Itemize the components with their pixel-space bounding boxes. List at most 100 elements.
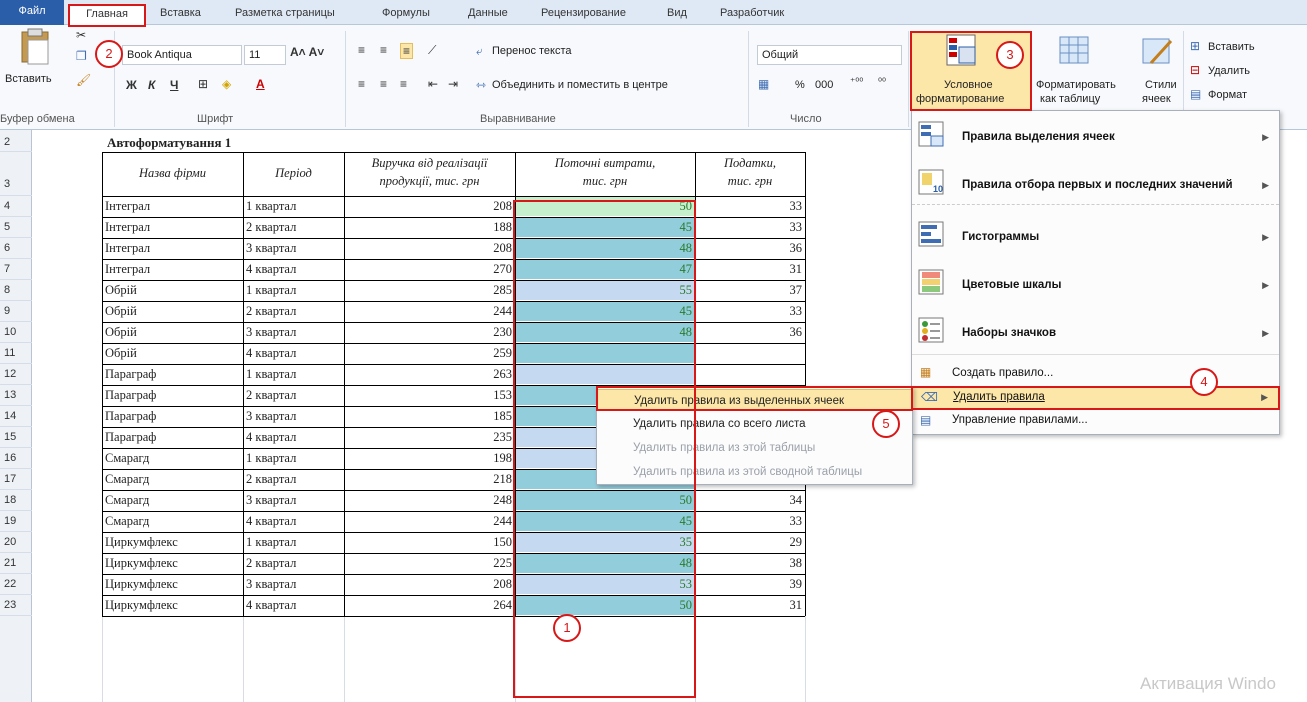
decrease-decimal-icon[interactable]: ⁰⁰	[878, 77, 886, 88]
table-cell[interactable]: 4 квартал	[243, 260, 344, 279]
table-cell[interactable]: 29	[695, 533, 805, 552]
row-header[interactable]: 9	[0, 301, 32, 322]
row-header[interactable]: 3	[0, 152, 32, 196]
table-cell[interactable]: 235	[344, 428, 515, 447]
table-cell[interactable]: 4 квартал	[243, 344, 344, 363]
row-header[interactable]: 16	[0, 448, 32, 469]
format-as-table-button[interactable]: Форматировать	[1036, 79, 1116, 91]
row-header[interactable]: 13	[0, 385, 32, 406]
row-header[interactable]: 11	[0, 343, 32, 364]
table-cell[interactable]: 153	[344, 386, 515, 405]
table-cell[interactable]: 4 квартал	[243, 596, 344, 615]
tab-review[interactable]: Рецензирование	[541, 4, 626, 25]
table-cell[interactable]: Смарагд	[102, 491, 243, 510]
percent-button[interactable]: %	[795, 79, 805, 91]
column-header[interactable]: Період	[243, 154, 344, 194]
table-cell[interactable]: 1 квартал	[243, 197, 344, 216]
italic-icon[interactable]: К	[148, 78, 155, 92]
menu-item-manage-rules[interactable]: ▤ Управление правилами...	[912, 411, 1279, 433]
tab-insert[interactable]: Вставка	[160, 4, 201, 25]
tab-view[interactable]: Вид	[667, 4, 687, 25]
table-cell[interactable]: 37	[695, 281, 805, 300]
table-cell[interactable]: 244	[344, 512, 515, 531]
table-cell[interactable]: 264	[344, 596, 515, 615]
table-cell[interactable]: 1 квартал	[243, 449, 344, 468]
tab-page-layout[interactable]: Разметка страницы	[235, 4, 335, 25]
row-header[interactable]: 6	[0, 238, 32, 259]
table-cell[interactable]: Обрій	[102, 281, 243, 300]
font-size-combo[interactable]: 11	[244, 45, 286, 65]
table-cell[interactable]: 230	[344, 323, 515, 342]
table-cell[interactable]: 1 квартал	[243, 281, 344, 300]
table-cell[interactable]: Параграф	[102, 407, 243, 426]
table-cell[interactable]: Смарагд	[102, 470, 243, 489]
column-header[interactable]: Податки, тис. грн	[695, 154, 805, 194]
table-cell[interactable]: 1 квартал	[243, 533, 344, 552]
table-cell[interactable]: 285	[344, 281, 515, 300]
row-header[interactable]: 5	[0, 217, 32, 238]
align-middle-icon[interactable]: ≡	[380, 43, 387, 57]
table-cell[interactable]: Інтеграл	[102, 197, 243, 216]
table-cell[interactable]: 244	[344, 302, 515, 321]
table-cell[interactable]	[695, 365, 805, 384]
cell-styles-button[interactable]: Стили	[1145, 79, 1177, 91]
row-header[interactable]: 10	[0, 322, 32, 343]
row-header[interactable]: 2	[0, 133, 32, 152]
table-cell[interactable]: Обрій	[102, 344, 243, 363]
increase-decimal-icon[interactable]: ⁺⁰⁰	[850, 77, 863, 88]
table-cell[interactable]: Циркумфлекс	[102, 596, 243, 615]
table-cell[interactable]: Циркумфлекс	[102, 554, 243, 573]
decrease-indent-icon[interactable]: ⇤	[428, 77, 438, 91]
merge-center-button[interactable]: Объединить и поместить в центре	[492, 79, 668, 91]
table-cell[interactable]: Інтеграл	[102, 239, 243, 258]
table-cell[interactable]: 31	[695, 260, 805, 279]
table-cell[interactable]: 208	[344, 197, 515, 216]
table-cell[interactable]: 33	[695, 218, 805, 237]
row-header[interactable]: 18	[0, 490, 32, 511]
row-header[interactable]: 15	[0, 427, 32, 448]
table-cell[interactable]: 33	[695, 512, 805, 531]
table-cell[interactable]: 36	[695, 239, 805, 258]
table-cell[interactable]: Смарагд	[102, 512, 243, 531]
wrap-text-button[interactable]: Перенос текста	[492, 45, 572, 57]
align-bottom-icon[interactable]: ≡	[400, 43, 414, 59]
row-header[interactable]: 4	[0, 196, 32, 217]
table-cell[interactable]: Інтеграл	[102, 218, 243, 237]
table-cell[interactable]: 33	[695, 197, 805, 216]
row-header[interactable]: 23	[0, 595, 32, 616]
row-header[interactable]: 17	[0, 469, 32, 490]
table-cell[interactable]: 38	[695, 554, 805, 573]
row-header[interactable]: 8	[0, 280, 32, 301]
align-left-icon[interactable]: ≡	[358, 77, 365, 91]
table-cell[interactable]: 39	[695, 575, 805, 594]
table-cell[interactable]: Параграф	[102, 428, 243, 447]
grow-font-icon[interactable]: A˄ A˅	[290, 45, 324, 59]
tab-developer[interactable]: Разработчик	[720, 4, 784, 25]
table-cell[interactable]: 185	[344, 407, 515, 426]
tab-formulas[interactable]: Формулы	[382, 4, 430, 25]
table-cell[interactable]: Обрій	[102, 323, 243, 342]
table-cell[interactable]: 263	[344, 365, 515, 384]
font-name-combo[interactable]: Book Antiqua	[122, 45, 242, 65]
orientation-icon[interactable]: ⟋	[428, 43, 436, 58]
table-cell[interactable]: Інтеграл	[102, 260, 243, 279]
align-top-icon[interactable]: ≡	[358, 43, 365, 57]
table-cell[interactable]: 2 квартал	[243, 302, 344, 321]
table-cell[interactable]: 3 квартал	[243, 491, 344, 510]
menu-item-data-bars[interactable]: Гистограммы ▶	[912, 217, 1279, 259]
table-cell[interactable]: 4 квартал	[243, 512, 344, 531]
column-header[interactable]: Поточні витрати, тис. грн	[515, 154, 695, 194]
row-header[interactable]: 7	[0, 259, 32, 280]
table-cell[interactable]: 225	[344, 554, 515, 573]
borders-icon[interactable]: ⊞	[198, 77, 208, 91]
table-cell[interactable]: 150	[344, 533, 515, 552]
menu-item-highlight-rules[interactable]: Правила выделения ячеек ▶	[912, 117, 1279, 159]
table-cell[interactable]: 208	[344, 575, 515, 594]
table-cell[interactable]: 3 квартал	[243, 575, 344, 594]
paste-icon[interactable]	[18, 28, 54, 68]
column-header[interactable]: Назва фірми	[102, 154, 243, 194]
table-cell[interactable]: 34	[695, 491, 805, 510]
cut-icon[interactable]: ✂	[76, 28, 86, 42]
table-cell[interactable]: Обрій	[102, 302, 243, 321]
table-cell[interactable]: 2 квартал	[243, 470, 344, 489]
